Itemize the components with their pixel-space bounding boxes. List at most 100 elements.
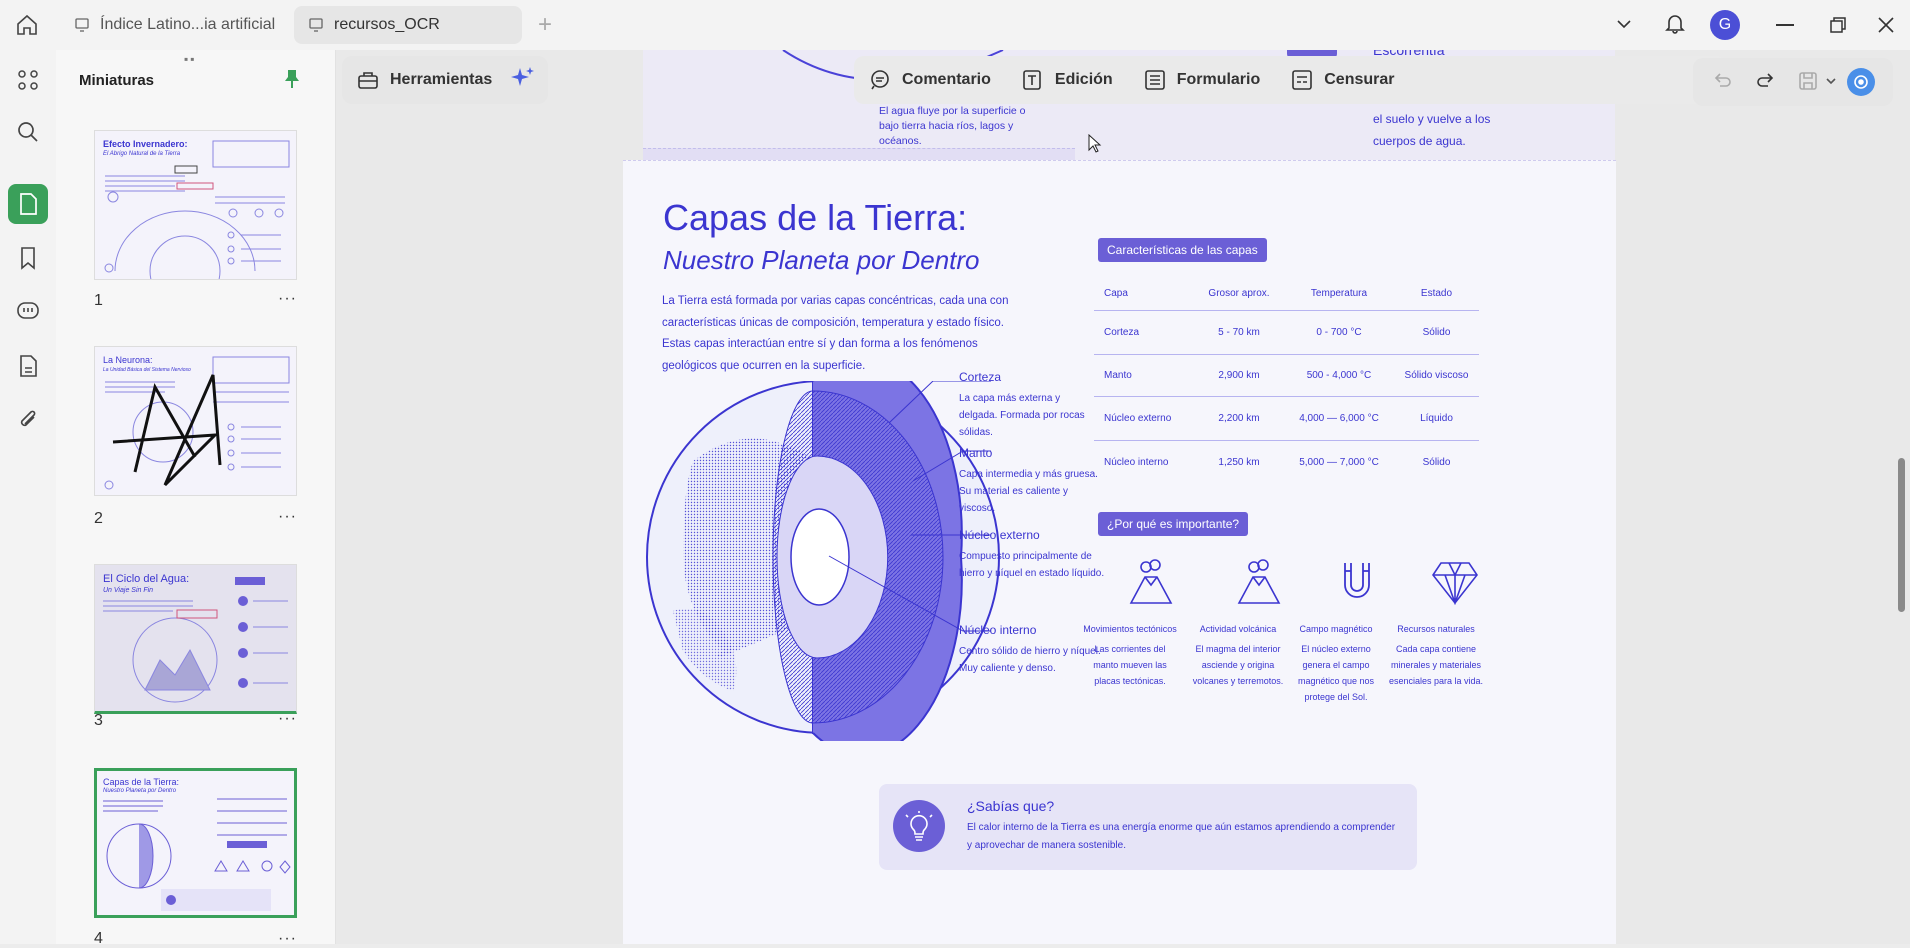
text-edit-icon [1023,70,1041,90]
layer-label-nucleo-externo: Núcleo externo Compuesto principalmente … [959,527,1109,582]
home-icon[interactable] [14,12,40,38]
herramientas-button[interactable]: Herramientas [356,68,492,92]
form-icon [1144,70,1165,90]
page-title: Capas de la Tierra: [663,197,968,238]
close-icon[interactable] [1876,15,1896,40]
volcano-eruption-icon [1237,559,1281,604]
censurar-label: Censurar [1324,71,1395,88]
formulario-tool[interactable]: Formulario [1143,68,1261,92]
importance-badge: ¿Por qué es importante? [1098,512,1249,536]
new-tab-button[interactable]: + [538,11,552,39]
bell-icon[interactable] [1664,12,1686,39]
magnet-icon [1344,563,1370,598]
layer-name: Corteza [959,370,1002,384]
thumb-more-button[interactable]: ··· [278,508,297,526]
pdf-doc-icon [309,18,323,32]
cell: 2,200 km [1218,413,1260,424]
minimize-icon[interactable] [1776,24,1794,26]
thumb-number: 3 [94,712,103,729]
cell: Núcleo externo [1104,413,1172,424]
tab-indice-latino[interactable]: Índice Latino...ia artificial [60,6,290,44]
thumb-number: 1 [94,292,103,309]
importance-item: Movimientos tectónicos Las corrientes de… [1081,621,1179,689]
edicion-label: Edición [1054,71,1113,88]
fact-text-line-1: El calor interno de la Tierra es una ene… [967,822,1396,833]
undo-icon[interactable] [1711,70,1733,97]
herramientas-label: Herramientas [390,71,493,88]
comentario-label: Comentario [902,71,991,88]
importance-title: Campo magnético [1299,624,1373,634]
apps-grid-icon[interactable] [8,60,48,100]
save-dropdown-icon[interactable] [1825,74,1837,92]
document-viewer[interactable]: El agua fluye por la superficie o bajo t… [336,50,1910,944]
comments-icon[interactable] [8,292,48,332]
layer-desc: Centro sólido de hierro y níquel. Muy ca… [959,646,1101,674]
thumbnail-page-2[interactable]: La Neurona: La Unidad Básica del Sistema… [94,346,297,496]
panel-drag-handle[interactable]: ▪▪ [184,52,197,66]
scrollbar-thumb[interactable] [1898,458,1905,612]
thumbnail-page-1[interactable]: Efecto Invernadero: El Abrigo Natural de… [94,130,297,280]
cell: Sólido [1422,456,1451,468]
cell: Sólido [1422,327,1451,338]
chevron-down-icon[interactable] [1614,14,1634,39]
cell: 1,250 km [1218,456,1260,468]
ai-assistant-icon[interactable] [1847,68,1875,96]
cell: Núcleo interno [1104,456,1169,468]
layer-label-manto: Manto Capa intermedia y más gruesa. Su m… [959,445,1099,517]
thumb-number: 4 [94,930,103,947]
cell: 4,000 — 6,000 °C [1299,413,1379,424]
layer-name: Núcleo externo [959,528,1040,542]
save-icon[interactable] [1797,70,1819,97]
thumb-illustration [103,798,291,911]
thumb-more-button[interactable]: ··· [278,930,297,948]
bookmark-icon[interactable] [8,238,48,278]
comentario-tool[interactable]: Comentario [868,68,991,92]
redo-icon[interactable] [1755,70,1777,97]
ai-sparkle-icon[interactable] [510,65,536,96]
layers-table: Capa Grosor aprox. Temperatura Estado Co… [1094,277,1479,527]
document-list-icon[interactable] [8,346,48,386]
th-temperatura: Temperatura [1310,288,1368,299]
thumb-more-button[interactable]: ··· [278,710,297,728]
cell: Sólido viscoso [1404,370,1469,381]
layer-desc: Capa intermedia y más gruesa. Su materia… [959,469,1098,514]
diamond-icon [1432,562,1478,605]
cell: 2,900 km [1218,370,1260,381]
fact-box: ¿Sabías que? El calor interno de la Tier… [879,784,1417,870]
search-icon[interactable] [8,112,48,152]
pdf-doc-icon [75,18,89,32]
importance-title: Movimientos tectónicos [1083,624,1177,634]
cell: Líquido [1420,413,1453,424]
cell: 500 - 4,000 °C [1306,370,1372,381]
layer-name: Manto [959,446,993,460]
importance-desc: Cada capa contiene minerales y materiale… [1388,644,1484,686]
attachment-icon[interactable] [8,400,48,440]
vertical-scrollbar[interactable] [1894,50,1910,944]
importance-desc: Las corrientes del manto mueven las plac… [1093,644,1167,686]
table-row: Núcleo interno 1,250 km 5,000 — 7,000 °C… [1094,441,1479,483]
thumbnails-page-icon[interactable] [8,184,48,224]
avatar[interactable]: G [1710,10,1740,40]
page-intro: La Tierra está formada por varias capas … [662,295,1009,372]
comment-icon [871,70,889,90]
restore-icon[interactable] [1828,15,1848,40]
current-page: Capas de la Tierra: Nuestro Planeta por … [623,160,1616,944]
tab-recursos-ocr[interactable]: recursos_OCR [294,6,522,44]
thumbnail-page-4[interactable]: Capas de la Tierra: Nuestro Planeta por … [94,768,297,918]
edit-toolbar: Comentario Edición Formulario Censurar [854,56,1726,104]
pin-icon[interactable] [282,68,302,95]
layer-desc: La capa más externa y delgada. Formada p… [959,393,1085,438]
table-header-row: Capa Grosor aprox. Temperatura Estado [1094,277,1479,311]
thumbnail-page-3[interactable]: El Ciclo del Agua: Un Viaje Sin Fin [94,564,297,714]
formulario-label: Formulario [1176,71,1261,88]
censurar-tool[interactable]: Censurar [1290,68,1395,92]
thumb-more-button[interactable]: ··· [278,290,297,308]
avatar-letter: G [1718,16,1732,33]
thumb-illustration [104,356,290,490]
importance-desc: El magma del interior asciende y origina… [1192,644,1284,686]
edicion-tool[interactable]: Edición [1021,68,1113,92]
th-estado: Estado [1420,288,1453,299]
tab-label: Índice Latino...ia artificial [100,16,276,33]
table-row: Núcleo externo 2,200 km 4,000 — 6,000 °C… [1094,397,1479,441]
undo-redo-pill [1693,58,1893,106]
